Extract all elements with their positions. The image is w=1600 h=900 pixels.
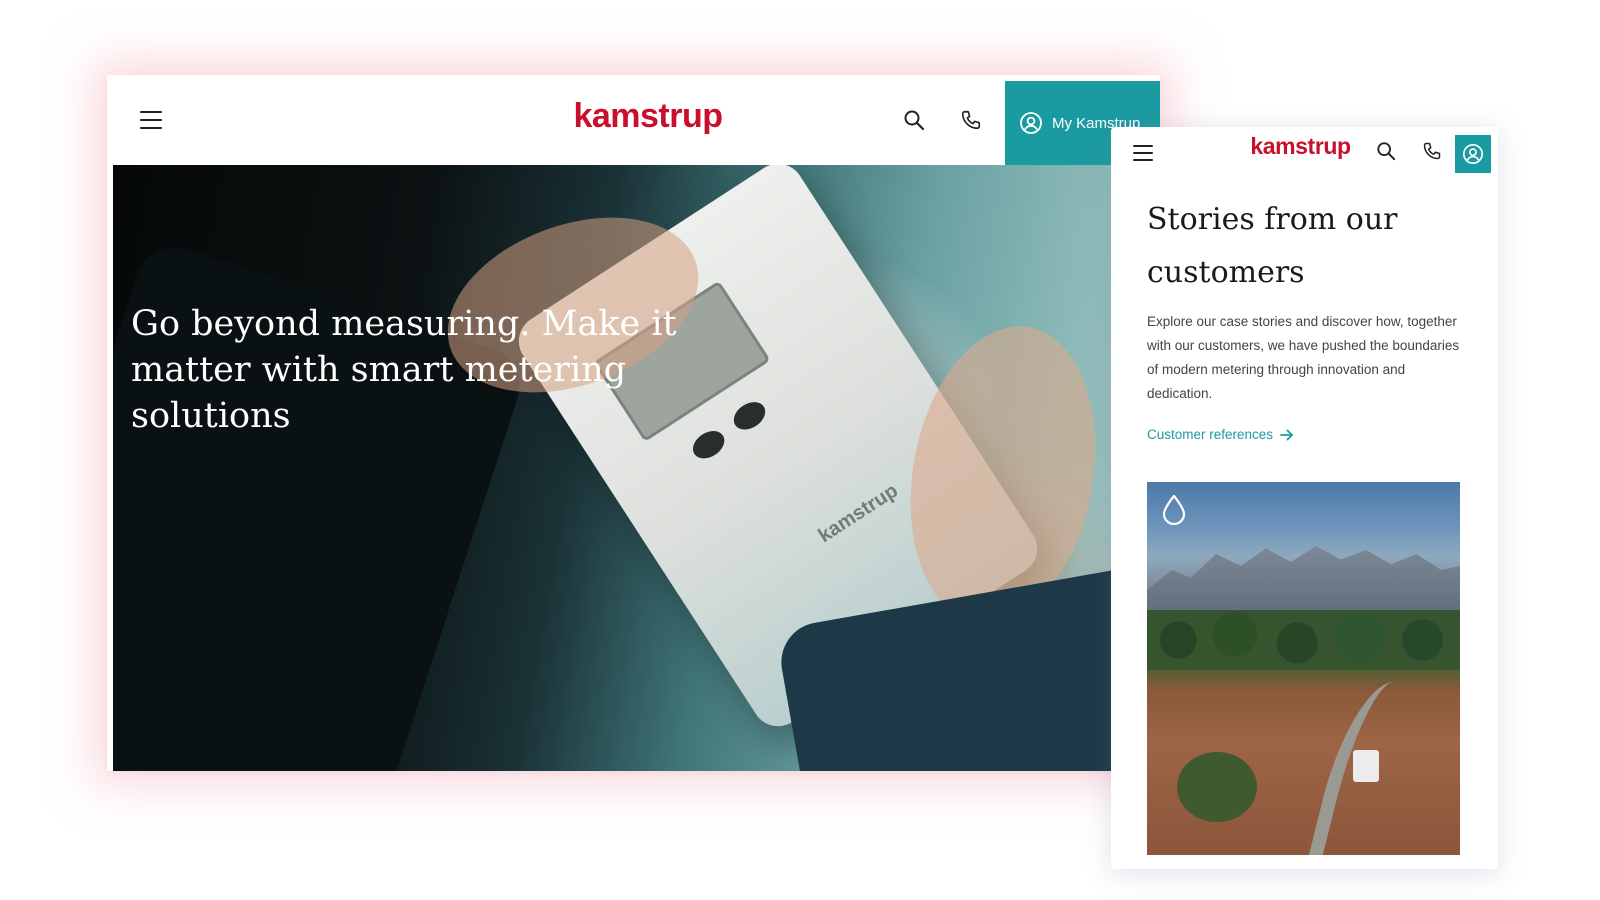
logo[interactable]: kamstrup	[1243, 133, 1358, 160]
menu-icon[interactable]	[1133, 145, 1153, 162]
menu-icon[interactable]	[140, 111, 162, 129]
phone-icon[interactable]	[1422, 141, 1442, 161]
customer-story-image[interactable]	[1147, 482, 1460, 855]
hero-banner: kamstrup Go beyond measuring. Make it ma…	[113, 165, 1160, 771]
section-description: Explore our case stories and discover ho…	[1147, 314, 1460, 401]
desktop-header: kamstrup My Kamstrup	[107, 75, 1160, 165]
search-icon[interactable]	[1376, 141, 1396, 161]
arrow-right-icon	[1280, 429, 1293, 440]
section-title: Stories from our customers	[1147, 202, 1398, 290]
user-circle-icon	[1020, 112, 1042, 134]
my-kamstrup-button[interactable]	[1455, 135, 1491, 173]
customer-references-link[interactable]: Customer references	[1147, 427, 1294, 442]
desktop-website-frame: kamstrup My Kamstrup kamstrup Go beyond …	[107, 75, 1160, 771]
mobile-website-frame: kamstrup Stories from our customers Expl…	[1111, 127, 1498, 869]
hero-headline: Go beyond measuring. Make it matter with…	[131, 304, 677, 436]
water-drop-icon	[1162, 494, 1186, 526]
logo[interactable]: kamstrup	[553, 97, 743, 136]
customer-references-label: Customer references	[1147, 427, 1274, 442]
phone-icon[interactable]	[960, 109, 982, 131]
user-circle-icon	[1463, 144, 1483, 164]
search-icon[interactable]	[903, 109, 925, 131]
